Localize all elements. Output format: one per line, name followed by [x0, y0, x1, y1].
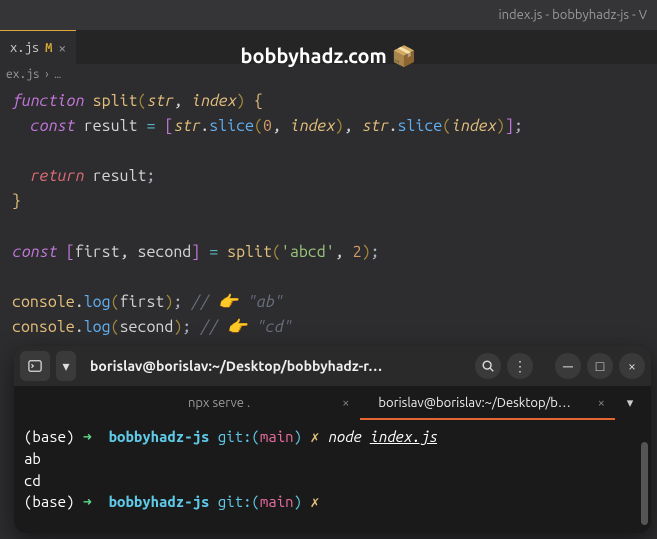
editor-tabs: x.js M × — [0, 30, 657, 64]
method: slice — [397, 117, 442, 135]
method-log: log — [84, 318, 111, 336]
conda-env: (base) — [24, 428, 74, 445]
dirty-icon: ✗ — [310, 493, 319, 510]
chevron-right-icon: › — [44, 68, 51, 81]
window-title: index.js - bobbyhadz-js - V — [498, 8, 647, 22]
code-editor[interactable]: function split(str, index) { const resul… — [0, 85, 657, 350]
search-icon — [481, 359, 495, 373]
cmd-arg: index.js — [370, 428, 437, 445]
obj-console: console — [12, 318, 75, 336]
comment: // 👉️ "ab" — [191, 293, 283, 311]
chevron-down-icon: ▾ — [62, 358, 69, 375]
git-branch: main — [260, 493, 294, 510]
keyword-const: const — [30, 117, 75, 135]
comment: // 👉️ "cd" — [200, 318, 292, 336]
git-suffix: ) — [294, 493, 302, 510]
identifier: second — [137, 243, 191, 261]
arg: first — [120, 293, 165, 311]
terminal-tab-1[interactable]: npx serve . × — [104, 386, 360, 420]
identifier: result — [84, 117, 138, 135]
identifier: first — [75, 243, 120, 261]
tab-label: npx serve . — [104, 396, 334, 410]
dropdown-button[interactable]: ▾ — [56, 351, 76, 381]
minimize-icon: ─ — [563, 358, 573, 374]
obj-console: console — [12, 293, 75, 311]
arg: index — [290, 117, 335, 135]
git-prefix: git:( — [218, 493, 260, 510]
git-suffix: ) — [294, 428, 302, 445]
operator: = — [146, 117, 155, 135]
keyword-return: return — [30, 167, 84, 185]
terminal-window: ▾ borislav@borislav:~/Desktop/bobbyhadz-… — [14, 346, 651, 533]
scrollbar[interactable] — [641, 442, 648, 525]
git-branch: main — [260, 428, 294, 445]
terminal-tab-2[interactable]: borislav@borislav:~/Desktop/b… × — [360, 386, 616, 420]
close-icon[interactable]: × — [598, 396, 615, 410]
kebab-icon: ⋮ — [513, 358, 527, 375]
string: 'abcd' — [281, 243, 335, 261]
number: 0 — [263, 117, 272, 135]
method: slice — [209, 117, 254, 135]
tab-label: borislav@borislav:~/Desktop/b… — [360, 396, 590, 410]
obj: str — [173, 117, 200, 135]
param: index — [191, 92, 236, 110]
obj: str — [362, 117, 389, 135]
terminal-title: borislav@borislav:~/Desktop/bobbyhadz-r… — [82, 358, 469, 374]
method-log: log — [84, 293, 111, 311]
number: 2 — [353, 243, 362, 261]
close-icon: × — [628, 358, 636, 374]
cmd: node — [328, 428, 362, 445]
chevron-down-icon: ▾ — [627, 396, 634, 411]
dirty-icon: ✗ — [310, 428, 319, 445]
editor-tab-index-js[interactable]: x.js M × — [0, 30, 76, 64]
terminal-body[interactable]: (base) ➜ bobbyhadz-js git:(main) ✗ node … — [14, 420, 651, 533]
terminal-tabs: npx serve . × borislav@borislav:~/Deskto… — [14, 386, 651, 420]
breadcrumb-more: … — [54, 68, 61, 81]
prompt-arrow: ➜ — [83, 428, 92, 445]
maximize-icon: □ — [596, 358, 604, 374]
menu-button[interactable]: ⋮ — [507, 353, 533, 379]
breadcrumb-file: ex.js — [6, 68, 40, 81]
close-button[interactable]: × — [619, 353, 645, 379]
tab-modified-indicator: M — [45, 41, 52, 55]
fn-call: split — [227, 243, 272, 261]
prompt-dir: bobbyhadz-js — [109, 493, 210, 510]
close-icon[interactable]: × — [58, 40, 66, 56]
new-tab-button[interactable] — [20, 351, 50, 381]
minimize-button[interactable]: ─ — [555, 353, 581, 379]
add-tab-button[interactable]: ▾ — [615, 386, 645, 420]
maximize-button[interactable]: □ — [587, 353, 613, 379]
keyword-const: const — [12, 243, 57, 261]
tab-label: x.js — [10, 41, 39, 55]
operator: = — [209, 243, 218, 261]
conda-env: (base) — [24, 493, 74, 510]
output-line: cd — [24, 470, 641, 492]
fn-name: split — [93, 92, 138, 110]
keyword-function: function — [12, 92, 84, 110]
breadcrumb[interactable]: ex.js › … — [0, 64, 657, 85]
terminal-header: ▾ borislav@borislav:~/Desktop/bobbyhadz-… — [14, 346, 651, 386]
terminal-icon — [28, 359, 42, 373]
close-icon[interactable]: × — [342, 396, 359, 410]
window-titlebar: index.js - bobbyhadz-js - V — [0, 0, 657, 30]
prompt-dir: bobbyhadz-js — [109, 428, 210, 445]
search-button[interactable] — [475, 353, 501, 379]
output-line: ab — [24, 448, 641, 470]
param: str — [146, 92, 173, 110]
prompt-arrow: ➜ — [83, 493, 92, 510]
arg: second — [120, 318, 174, 336]
arg: index — [451, 117, 496, 135]
identifier: result — [93, 167, 147, 185]
git-prefix: git:( — [218, 428, 260, 445]
